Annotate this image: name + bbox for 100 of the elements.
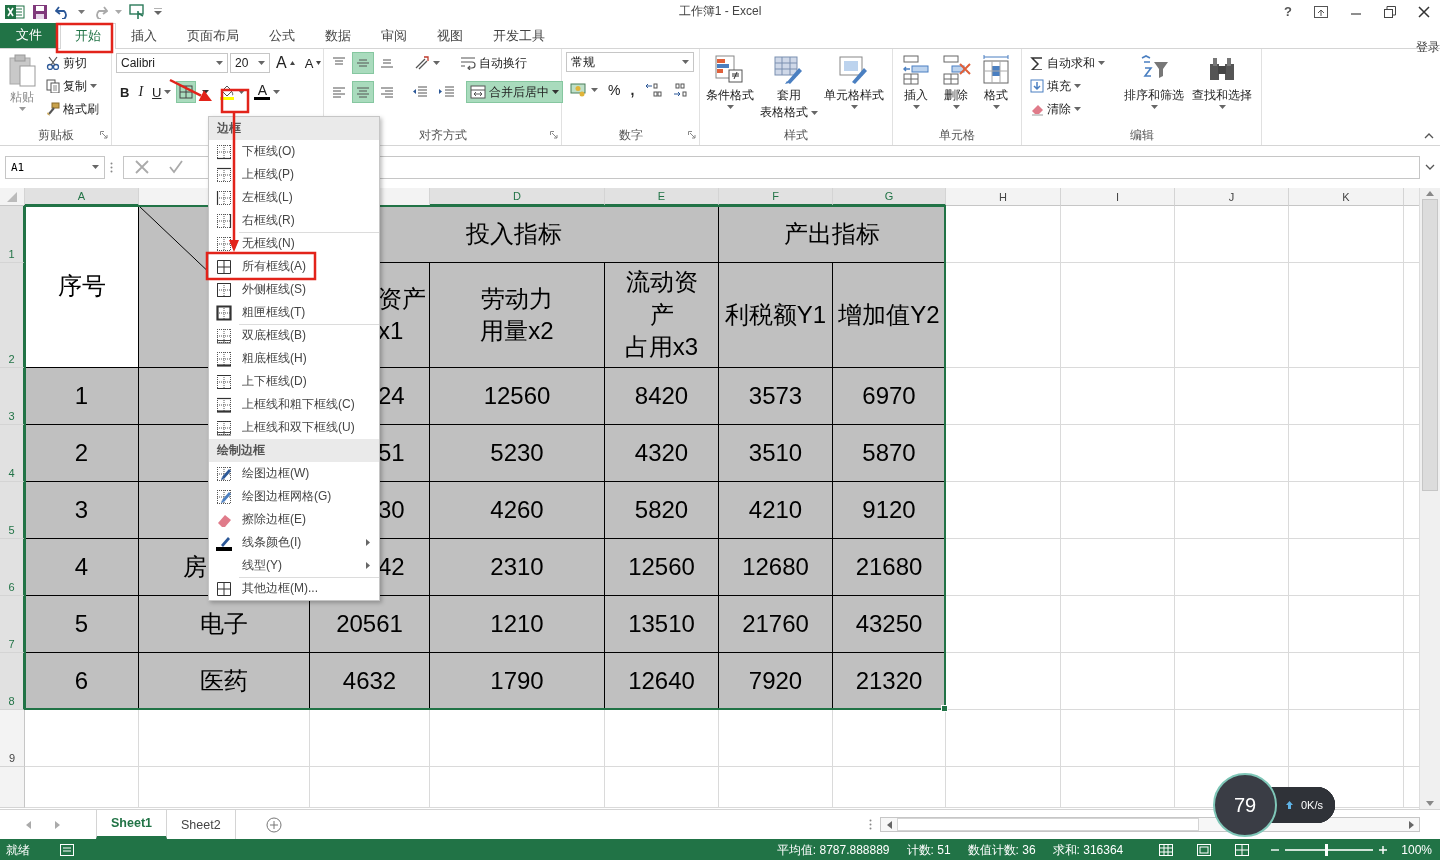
select-all-icon[interactable] [7, 191, 17, 202]
bold-button[interactable]: B [116, 81, 134, 103]
add-sheet-icon[interactable] [265, 816, 282, 833]
table-cell[interactable] [946, 482, 1061, 539]
styles-button[interactable]: 单元格样式 [822, 52, 886, 111]
column-header[interactable]: E [605, 188, 719, 206]
dialog-launcher-icon[interactable] [100, 131, 108, 139]
copy-button[interactable]: 复制 [42, 75, 103, 97]
table-cell[interactable] [25, 710, 139, 767]
table-cell[interactable] [1175, 596, 1289, 653]
clear-button[interactable]: 清除 [1026, 98, 1109, 120]
italic-button[interactable]: I [134, 81, 148, 103]
ribbon-display-icon[interactable] [1314, 5, 1328, 18]
table-cell[interactable] [719, 710, 833, 767]
close-icon[interactable] [1418, 5, 1430, 18]
table-cell[interactable] [833, 710, 946, 767]
column-header[interactable]: J [1175, 188, 1289, 206]
table-cell[interactable] [605, 767, 719, 808]
sheet-tab[interactable]: Sheet1 [96, 810, 167, 839]
align-center-button[interactable] [352, 81, 374, 103]
row-header[interactable]: 1 [0, 206, 25, 263]
table-cell[interactable] [946, 710, 1061, 767]
row-header[interactable]: 8 [0, 653, 25, 710]
restore-icon[interactable] [1384, 5, 1396, 18]
underline-button[interactable]: U [148, 81, 176, 103]
page-layout-icon[interactable] [1197, 844, 1212, 856]
format-cells-button[interactable]: 格式 [977, 52, 1015, 111]
sign-in-link[interactable]: 登录 [1416, 39, 1440, 56]
percent-button[interactable]: % [604, 79, 625, 101]
grow-font-button[interactable]: A [272, 52, 299, 74]
delete-cells-button[interactable]: 删除 [937, 52, 975, 111]
vertical-scrollbar[interactable] [1419, 188, 1440, 809]
save-icon[interactable] [32, 3, 48, 20]
zoom-out-icon[interactable] [1271, 846, 1280, 854]
table-cell[interactable] [1289, 263, 1404, 368]
menu-item[interactable]: 上框线(P) [209, 163, 379, 186]
table-cell[interactable] [1061, 482, 1175, 539]
check-icon[interactable] [168, 159, 184, 175]
normal-view-icon[interactable] [1159, 844, 1174, 856]
row-header[interactable]: 5 [0, 482, 25, 539]
table-cell[interactable] [1175, 425, 1289, 482]
dialog-launcher-icon[interactable] [550, 131, 558, 139]
font-color-button[interactable]: A [250, 81, 285, 103]
touch-mode-icon[interactable] [129, 3, 147, 20]
table-cell[interactable] [310, 767, 430, 808]
table-cell[interactable] [1061, 368, 1175, 425]
find-button[interactable]: 查找和选择 [1189, 52, 1255, 111]
row-header[interactable]: 3 [0, 368, 25, 425]
table-cell[interactable] [946, 539, 1061, 596]
table-cell[interactable] [1061, 596, 1175, 653]
fill-button[interactable]: 填充 [1026, 75, 1109, 97]
table-cell[interactable] [139, 767, 310, 808]
table-cell[interactable] [605, 710, 719, 767]
table-cell[interactable] [1061, 425, 1175, 482]
macro-record-icon[interactable] [60, 844, 74, 856]
row-header[interactable]: 6 [0, 539, 25, 596]
row-header[interactable]: 2 [0, 263, 25, 368]
dialog-launcher-icon[interactable] [688, 131, 696, 139]
ribbon-tab[interactable]: 页面布局 [172, 23, 254, 48]
table-cell[interactable] [310, 710, 430, 767]
table-cell[interactable] [1289, 653, 1404, 710]
sort-button[interactable]: 排序和筛选 [1121, 52, 1187, 111]
customize-icon[interactable] [154, 7, 162, 16]
insert-cells-button[interactable]: 插入 [897, 52, 935, 111]
cancel-icon[interactable] [134, 159, 150, 175]
column-header[interactable]: H [946, 188, 1061, 206]
row-header[interactable] [0, 767, 25, 808]
styles-button[interactable]: 套用 表格格式 [758, 52, 820, 122]
help-button[interactable]: ? [1284, 4, 1292, 19]
ribbon-tab[interactable]: 公式 [254, 23, 310, 48]
table-cell[interactable] [946, 263, 1061, 368]
row-header[interactable]: 4 [0, 425, 25, 482]
table-cell[interactable] [1289, 710, 1404, 767]
table-cell[interactable] [946, 206, 1061, 263]
comma-button[interactable]: , [626, 79, 639, 101]
table-cell[interactable] [946, 368, 1061, 425]
table-cell[interactable] [1061, 653, 1175, 710]
page-break-icon[interactable] [1235, 844, 1250, 856]
column-header[interactable]: F [719, 188, 833, 206]
splitter-icon[interactable] [869, 819, 872, 830]
table-cell[interactable] [719, 767, 833, 808]
name-box[interactable]: A1 [5, 155, 105, 179]
row-header[interactable]: 9 [0, 710, 25, 767]
scroll-thumb[interactable] [1422, 199, 1438, 491]
column-header[interactable]: D [430, 188, 605, 206]
sum-button[interactable]: 自动求和 [1026, 52, 1109, 74]
scroll-thumb[interactable] [897, 818, 1199, 831]
ribbon-tab[interactable]: 视图 [422, 23, 478, 48]
menu-item[interactable]: 左框线(L) [209, 186, 379, 209]
column-header[interactable]: A [25, 188, 139, 206]
shrink-font-button[interactable]: A [300, 52, 326, 74]
font-size-field[interactable]: 20 [230, 53, 270, 73]
ribbon-tab[interactable]: 审阅 [366, 23, 422, 48]
expand-icon[interactable] [1425, 164, 1435, 170]
table-cell[interactable] [1175, 653, 1289, 710]
table-cell[interactable] [430, 710, 605, 767]
file-tab[interactable]: 文件 [0, 23, 57, 48]
zoom-slider-thumb[interactable] [1324, 844, 1328, 856]
align-middle-button[interactable] [352, 52, 374, 74]
ribbon-tab[interactable]: 开发工具 [478, 23, 560, 48]
